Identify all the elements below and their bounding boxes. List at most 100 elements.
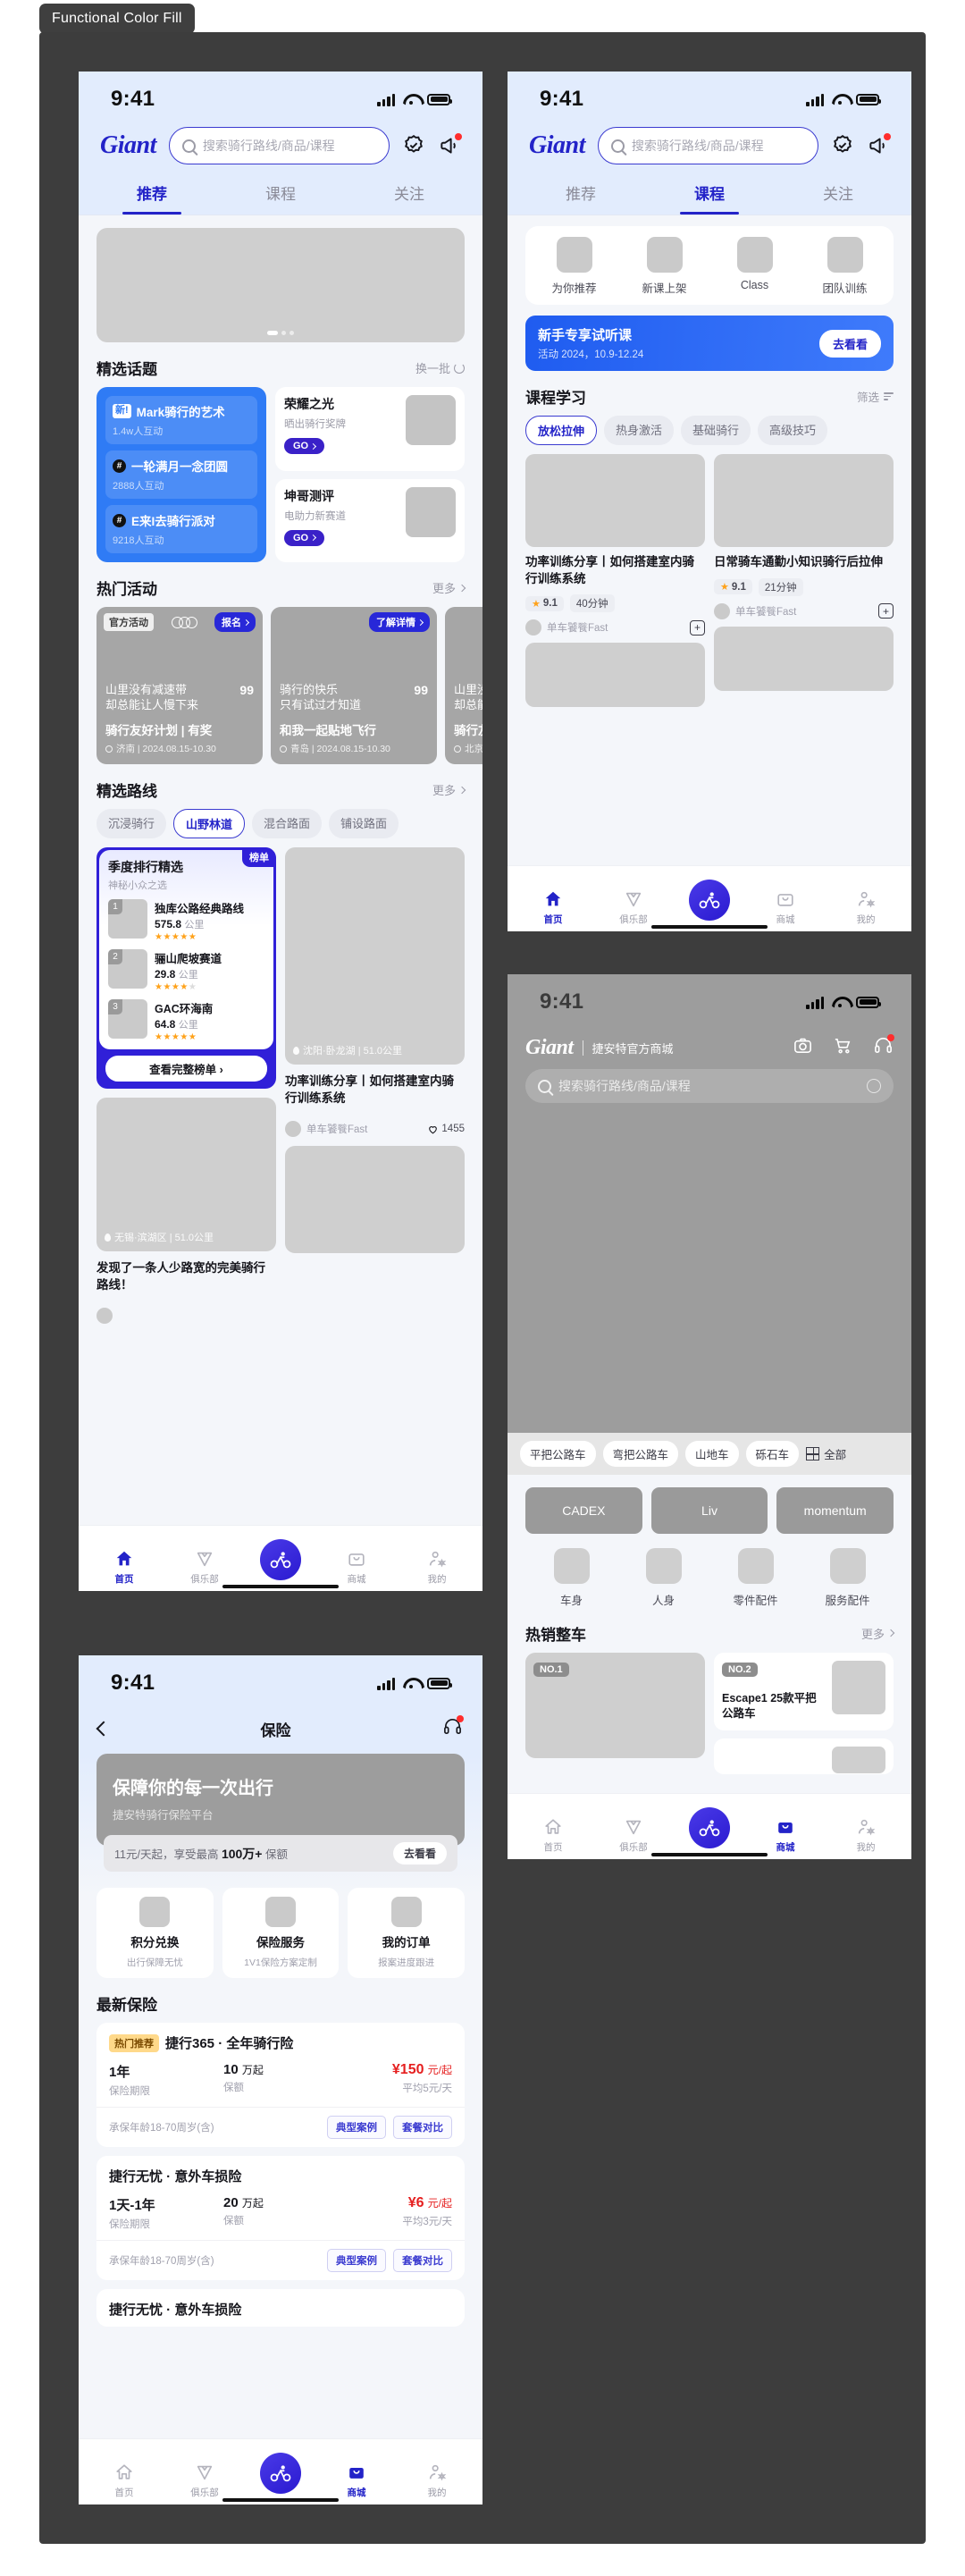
- search-input[interactable]: 搜索骑行路线/商品/课程: [168, 127, 390, 164]
- search-input[interactable]: 搜索骑行路线/商品/课程: [597, 127, 818, 164]
- nav-club[interactable]: 俱乐部: [608, 1817, 659, 1854]
- megaphone-icon[interactable]: [867, 133, 891, 157]
- insurance-entry[interactable]: 我的订单 报案进度跟进: [348, 1888, 466, 1978]
- nav-home[interactable]: 首页: [528, 1817, 578, 1854]
- rank-item[interactable]: 3 GAC环海南 64.8 公里 ★★★★★: [108, 999, 264, 1042]
- topics-refresh[interactable]: 换一批: [415, 359, 465, 376]
- brand-card[interactable]: momentum: [776, 1486, 894, 1534]
- tab-follow[interactable]: 关注: [345, 172, 474, 215]
- category-item[interactable]: 零件配件: [709, 1547, 801, 1608]
- rank-item[interactable]: 1 独库公路经典路线 575.8 公里 ★★★★★: [108, 899, 264, 942]
- hot-product-card[interactable]: NO.3: [714, 1738, 894, 1774]
- tab-recommend[interactable]: 推荐: [88, 172, 216, 215]
- brand-card[interactable]: Liv: [650, 1486, 768, 1534]
- course-card[interactable]: 功率训练分享丨如何搭建室内骑行训练系统 ★ 9.1 40分钟 单车饕餮Fast +: [525, 454, 705, 708]
- nav-home[interactable]: 首页: [99, 1549, 149, 1586]
- nav-ride-fab[interactable]: [689, 880, 730, 921]
- mall-category-chips[interactable]: 平把公路车 弯把公路车 山地车 砾石车 全部: [508, 1432, 911, 1475]
- home-scroll[interactable]: 精选话题 换一批 新! Mark骑行的艺术 1.4w人互动 # 一轮满月一念团圆…: [79, 215, 482, 1525]
- course-card[interactable]: 日常骑车通勤小知识骑行后拉伸 ★ 9.1 21分钟 单车饕餮Fast +: [714, 454, 894, 707]
- verified-badge-icon[interactable]: [831, 134, 854, 157]
- chip-course-3[interactable]: 高级技巧: [758, 416, 828, 445]
- nav-club[interactable]: 俱乐部: [180, 1549, 230, 1586]
- nav-ride-fab[interactable]: [689, 1807, 730, 1848]
- mall-search-input[interactable]: 搜索骑行路线/商品/课程: [525, 1069, 894, 1103]
- nav-ride-fab[interactable]: [260, 1539, 301, 1580]
- route-photo-right[interactable]: 沈阳·卧龙湖 | 51.0公里: [285, 847, 465, 1065]
- signup-button[interactable]: 报名: [214, 612, 256, 632]
- category-item[interactable]: 人身: [617, 1547, 709, 1608]
- category-item[interactable]: 车身: [525, 1547, 617, 1608]
- nav-shop[interactable]: 商城: [331, 2462, 382, 2499]
- camera-icon[interactable]: [793, 1035, 813, 1060]
- quick-entry[interactable]: 为你推荐: [529, 237, 619, 296]
- nav-home[interactable]: 首页: [99, 2462, 149, 2499]
- insurance-product-card[interactable]: 热门推荐 捷行365 · 全年骑行险 1年 保险期限 10 万起 保额 ¥150 元…: [96, 2023, 465, 2147]
- activity-card[interactable]: 了解详情 骑行的快乐 只有试过才知道 99 和我一起贴地飞行 青岛 | 2024.0…: [271, 607, 437, 764]
- tab-follow[interactable]: 关注: [774, 172, 902, 215]
- insurance-entry[interactable]: 保险服务 1V1保险方案定制: [222, 1888, 340, 1978]
- like-count[interactable]: 1455: [427, 1124, 465, 1135]
- chip-course-0[interactable]: 放松拉伸: [525, 416, 598, 445]
- chip-route-2[interactable]: 混合路面: [252, 809, 323, 838]
- verified-badge-icon[interactable]: [402, 134, 425, 157]
- home-banner[interactable]: [96, 228, 465, 342]
- nav-profile[interactable]: 我的: [412, 1549, 462, 1586]
- nav-home[interactable]: 首页: [528, 889, 578, 926]
- chip-course-1[interactable]: 热身激活: [604, 416, 675, 445]
- chip-route-1[interactable]: 山野林道: [173, 809, 246, 838]
- compare-button[interactable]: 套餐对比: [393, 2116, 452, 2139]
- add-course-button[interactable]: +: [878, 603, 894, 619]
- topic-go-button[interactable]: GO: [284, 438, 325, 454]
- mall-scroll[interactable]: CADEX Liv momentum 车身 人身 零件配件 服务配件 热销整车 …: [508, 1474, 911, 1793]
- hot-more[interactable]: 更多: [861, 1625, 895, 1642]
- topic-item[interactable]: 新! Mark骑行的艺术 1.4w人互动: [105, 396, 257, 444]
- tab-course[interactable]: 课程: [645, 172, 774, 215]
- hot-card-left[interactable]: NO.1: [525, 1652, 705, 1774]
- nav-profile[interactable]: 我的: [841, 1817, 891, 1854]
- promo-button[interactable]: 去看看: [818, 329, 881, 358]
- hot-product-card[interactable]: NO.2 Escape1 25款平把公路车: [714, 1652, 894, 1730]
- headset-icon[interactable]: [873, 1034, 894, 1060]
- topic-card[interactable]: 荣耀之光 晒出骑行奖牌 GO: [275, 387, 465, 471]
- nav-shop[interactable]: 商城: [331, 1549, 382, 1586]
- insurance-scroll[interactable]: 保障你的每一次出行 捷安特骑行保险平台 11元/天起，享受最高 100万+ 保额…: [79, 1754, 482, 2438]
- quick-entry[interactable]: Class: [709, 237, 800, 296]
- topic-item[interactable]: # E来I去骑行派对 9218人互动: [105, 505, 257, 553]
- mall-chip-2[interactable]: 山地车: [685, 1440, 739, 1467]
- mall-chip-0[interactable]: 平把公路车: [520, 1440, 596, 1467]
- strip-cta-button[interactable]: 去看看: [392, 1842, 447, 1865]
- add-course-button[interactable]: +: [690, 619, 705, 636]
- nav-ride-fab[interactable]: [260, 2453, 301, 2494]
- detail-button[interactable]: 了解详情: [369, 612, 430, 632]
- rank-item[interactable]: 2 骊山爬坡赛道 29.8 公里 ★★★★★: [108, 949, 264, 992]
- nav-shop[interactable]: 商城: [760, 1817, 810, 1854]
- quick-entry[interactable]: 团队训练: [800, 237, 890, 296]
- insurance-product-card[interactable]: 捷行无忧 · 意外车损险: [96, 2289, 465, 2327]
- topic-item[interactable]: # 一轮满月一念团圆 2888人互动: [105, 450, 257, 499]
- brand-card[interactable]: CADEX: [525, 1486, 642, 1534]
- activities-more[interactable]: 更多: [432, 579, 466, 596]
- cart-icon[interactable]: [833, 1035, 853, 1060]
- route-chips[interactable]: 沉浸骑行 山野林道 混合路面 铺设路面: [79, 809, 482, 847]
- mall-all-button[interactable]: 全部: [806, 1445, 846, 1462]
- nav-club[interactable]: 俱乐部: [608, 889, 659, 926]
- route-photo-right-2[interactable]: [285, 1146, 465, 1254]
- rank-cta-button[interactable]: 查看完整榜单 ›: [105, 1056, 267, 1082]
- nav-shop[interactable]: 商城: [760, 889, 810, 926]
- scan-icon[interactable]: [867, 1079, 881, 1093]
- nav-profile[interactable]: 我的: [412, 2462, 462, 2499]
- headset-icon[interactable]: [442, 1715, 464, 1741]
- mall-chip-3[interactable]: 砾石车: [745, 1440, 800, 1467]
- filter-button[interactable]: 筛选: [857, 388, 894, 405]
- chip-route-0[interactable]: 沉浸骑行: [96, 809, 167, 838]
- category-item[interactable]: 服务配件: [801, 1547, 894, 1608]
- topic-blue-card[interactable]: 新! Mark骑行的艺术 1.4w人互动 # 一轮满月一念团圆 2888人互动 …: [96, 387, 266, 562]
- case-button[interactable]: 典型案例: [327, 2116, 386, 2139]
- activity-card[interactable]: 官方活动 报名 山里没有减速带 却总能让人慢下来 99 骑行友好计划 | 有奖 济南…: [96, 607, 263, 764]
- activity-card[interactable]: 山里没有减速带却总能让人慢下来 骑行友好计划 | 有奖 北京 | 2024.08…: [445, 607, 482, 764]
- nav-club[interactable]: 俱乐部: [180, 2462, 230, 2499]
- chip-route-3[interactable]: 铺设路面: [329, 809, 399, 838]
- megaphone-icon[interactable]: [438, 133, 462, 157]
- insurance-hero[interactable]: 保障你的每一次出行 捷安特骑行保险平台: [96, 1754, 465, 1846]
